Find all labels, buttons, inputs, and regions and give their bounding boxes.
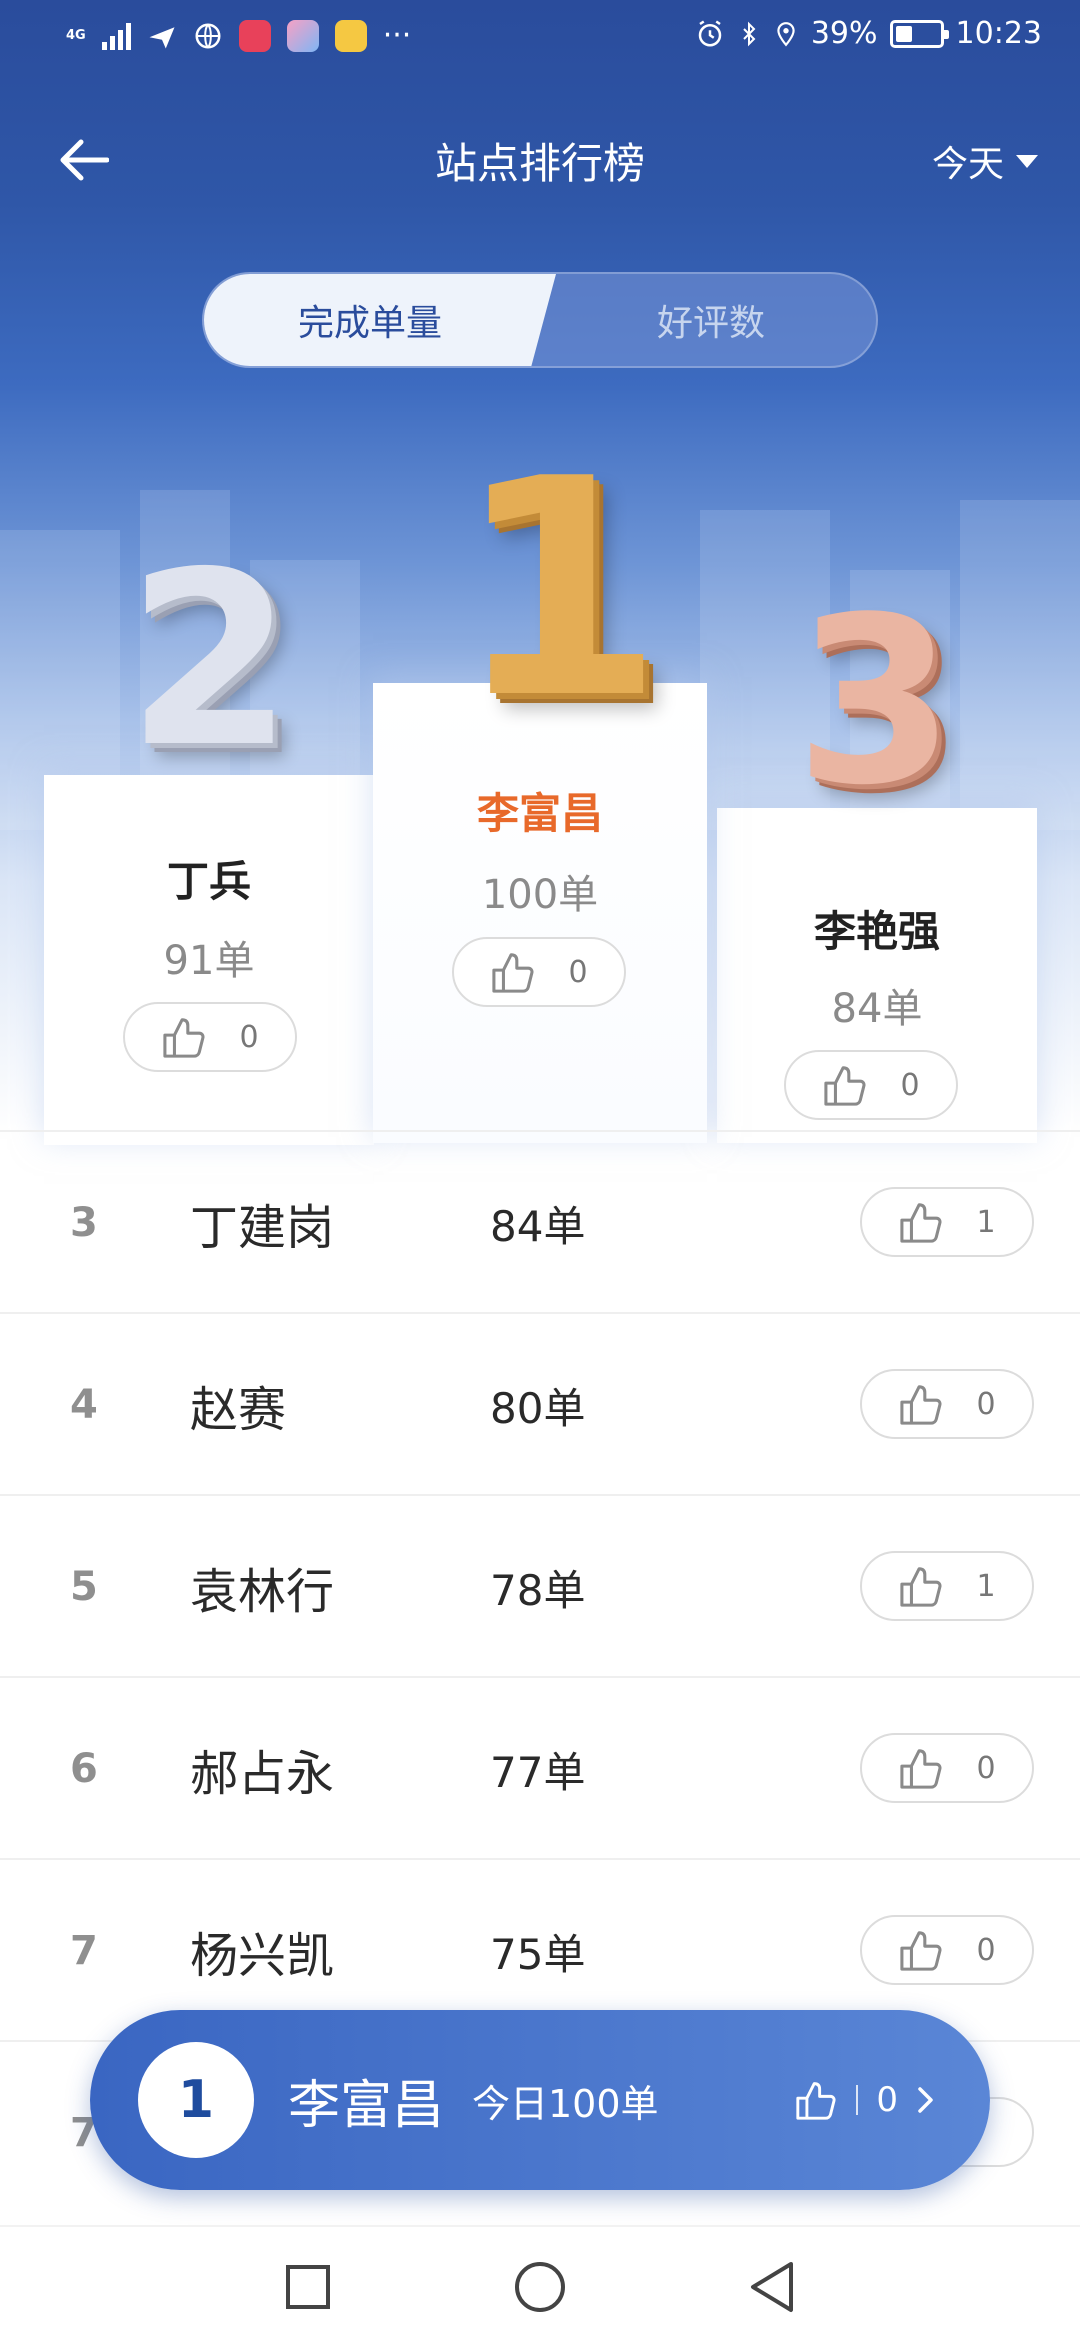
row-rank: 4 xyxy=(70,1382,98,1428)
my-rank-badge: 1 xyxy=(138,2042,254,2158)
thumbs-up-icon xyxy=(900,1385,942,1425)
my-rank-bar[interactable]: 1 李富昌 今日100单 0 xyxy=(90,2010,990,2190)
ranking-row[interactable]: 6 郝占永 77单 0 xyxy=(0,1676,1080,1858)
battery-icon xyxy=(889,19,949,48)
thumbs-up-icon xyxy=(824,1066,866,1106)
rank-3-numeral: 3 xyxy=(794,569,956,836)
airplane-icon xyxy=(149,26,175,48)
my-rank-name: 李富昌 xyxy=(288,2075,445,2136)
my-rank-summary: 今日100单 xyxy=(472,2081,659,2126)
home-button[interactable] xyxy=(505,2252,575,2322)
third-place-orders: 84单 xyxy=(831,986,923,1032)
row-rank: 7 xyxy=(70,1928,98,1974)
first-place-orders: 100单 xyxy=(481,872,599,918)
row-name: 赵赛 xyxy=(190,1382,287,1438)
circle-icon xyxy=(515,2262,565,2312)
divider xyxy=(856,2085,859,2115)
status-right: 39% 10:23 xyxy=(695,16,1042,51)
status-bar: 4G ··· 39% 10:23 xyxy=(0,0,1080,76)
bluetooth-icon xyxy=(743,21,756,46)
row-orders: 84单 xyxy=(490,1201,586,1251)
tab-completed-orders-label: 完成单量 xyxy=(297,303,442,344)
status-left: 4G ··· xyxy=(66,18,411,53)
row-like-count: 0 xyxy=(976,1932,996,1968)
clock: 10:23 xyxy=(955,16,1042,51)
row-orders: 78单 xyxy=(490,1565,586,1615)
second-place-like-count: 0 xyxy=(239,1019,259,1055)
third-place-like-button[interactable]: 0 xyxy=(784,1050,958,1120)
metric-tabs: 好评数 完成单量 xyxy=(202,272,878,368)
row-name: 郝占永 xyxy=(190,1746,335,1802)
battery-percent: 39% xyxy=(810,16,878,51)
thumbs-up-icon xyxy=(796,2082,836,2120)
row-orders: 80单 xyxy=(490,1383,586,1433)
row-like-count: 0 xyxy=(976,1386,996,1422)
row-like-count: 1 xyxy=(976,1204,996,1240)
ranking-row[interactable]: 3 丁建岗 84单 1 xyxy=(0,1130,1080,1312)
second-place-orders: 91单 xyxy=(163,938,255,984)
first-place-like-button[interactable]: 0 xyxy=(452,937,626,1007)
network-type: 4G xyxy=(66,29,86,42)
chevron-right-icon xyxy=(918,2087,933,2113)
row-like-button[interactable]: 1 xyxy=(860,1551,1034,1621)
globe-icon xyxy=(195,23,221,48)
row-name: 丁建岗 xyxy=(190,1200,335,1256)
row-rank: 5 xyxy=(70,1564,98,1610)
row-rank: 3 xyxy=(70,1200,98,1246)
row-like-button[interactable]: 0 xyxy=(860,1733,1034,1803)
ranking-row[interactable]: 5 袁林行 78单 1 xyxy=(0,1494,1080,1676)
row-rank: 6 xyxy=(70,1746,98,1792)
triangle-back-icon xyxy=(751,2262,793,2312)
third-place-name: 李艳强 xyxy=(813,907,940,956)
row-rank: 7 xyxy=(70,2110,98,2156)
thumbs-up-icon xyxy=(900,1749,942,1789)
first-place-like-count: 0 xyxy=(568,954,588,990)
my-rank-like-count: 0 xyxy=(876,2080,898,2120)
my-rank-likes: 0 xyxy=(794,2010,936,2190)
second-place-like-button[interactable]: 0 xyxy=(123,1002,297,1072)
rank-2-numeral: 2 xyxy=(126,520,294,800)
ranking-row[interactable]: 4 赵赛 80单 0 xyxy=(0,1312,1080,1494)
rank-1-numeral: 1 xyxy=(455,415,664,764)
third-place-like-count: 0 xyxy=(900,1067,920,1103)
thumbs-up-icon xyxy=(492,953,534,993)
location-icon xyxy=(777,21,795,46)
recent-apps-button[interactable] xyxy=(273,2252,343,2322)
alarm-icon xyxy=(698,19,722,46)
more-notifications-icon: ··· xyxy=(382,18,412,53)
row-like-count: 0 xyxy=(976,1750,996,1786)
row-like-button[interactable]: 0 xyxy=(860,1369,1034,1439)
thumbs-up-icon xyxy=(900,1931,942,1971)
app-notification-icon xyxy=(238,19,271,52)
square-icon xyxy=(286,2265,330,2309)
tab-completed-orders[interactable]: 完成单量 xyxy=(204,274,556,366)
system-nav-bar xyxy=(0,2225,1080,2340)
signal-icon xyxy=(101,22,131,50)
page-title: 站点排行榜 xyxy=(434,139,645,188)
row-like-count: 1 xyxy=(976,1568,996,1604)
row-like-button[interactable]: 0 xyxy=(860,1915,1034,1985)
thumbs-up-icon xyxy=(900,1567,942,1607)
row-name: 袁林行 xyxy=(190,1564,335,1620)
first-place-name: 李富昌 xyxy=(476,789,603,838)
thumbs-up-icon xyxy=(900,1203,942,1243)
date-filter-dropdown[interactable]: 今天 xyxy=(932,135,1038,187)
tab-good-reviews[interactable]: 好评数 xyxy=(542,274,876,366)
app-notification-icon xyxy=(286,19,319,52)
battery-fill xyxy=(895,25,912,42)
date-filter-label: 今天 xyxy=(931,144,1004,185)
back-nav-button[interactable] xyxy=(737,2252,807,2322)
second-place-name: 丁兵 xyxy=(166,857,251,906)
network-label: 4G xyxy=(66,28,86,43)
weibo-icon xyxy=(334,19,367,52)
caret-down-icon xyxy=(1016,154,1038,168)
row-like-button[interactable]: 1 xyxy=(860,1187,1034,1257)
thumbs-up-icon xyxy=(163,1018,205,1058)
row-orders: 77单 xyxy=(490,1747,586,1797)
